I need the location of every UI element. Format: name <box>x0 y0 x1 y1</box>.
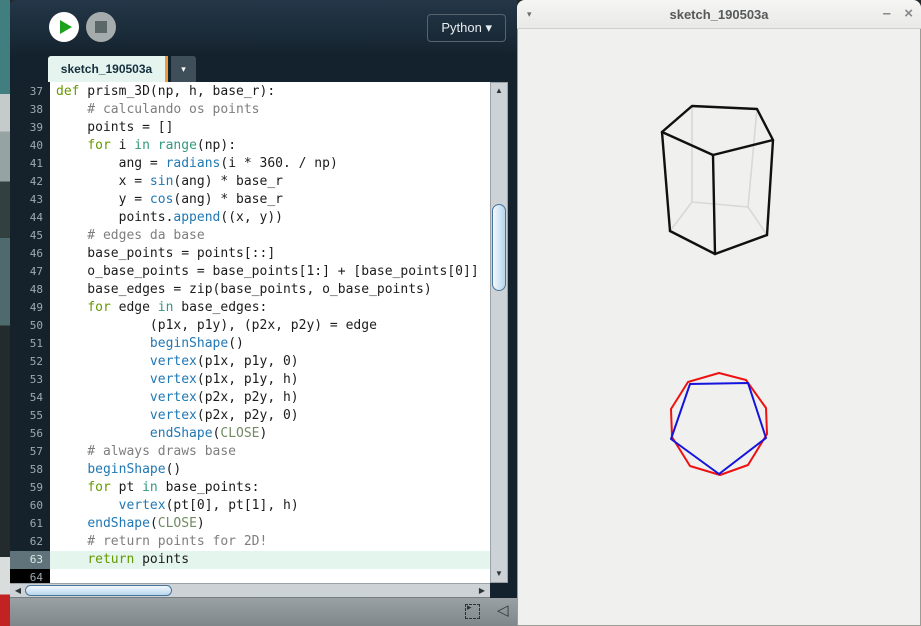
code-line[interactable]: (p1x, p1y), (p2x, p2y) = edge <box>50 317 490 335</box>
code-line[interactable]: base_edges = zip(base_points, o_base_poi… <box>50 281 490 299</box>
play-icon <box>60 20 72 34</box>
prism-visible-edge <box>713 155 715 254</box>
minimize-button[interactable]: – <box>883 0 891 27</box>
gutter-line-number: 43 <box>10 191 50 209</box>
gutter-line-number: 61 <box>10 515 50 533</box>
code-line[interactable]: o_base_points = base_points[1:] + [base_… <box>50 263 490 281</box>
gutter-line-number: 64 <box>10 569 50 583</box>
gutter-line-number: 48 <box>10 281 50 299</box>
code-line[interactable]: vertex(pt[0], pt[1], h) <box>50 497 490 515</box>
gutter-line-number: 58 <box>10 461 50 479</box>
status-bar: ▸ ◁ <box>10 598 517 626</box>
gutter-line-number: 57 <box>10 443 50 461</box>
tab-bar: sketch_190503a ▾ <box>10 56 517 82</box>
code-line[interactable]: endShape(CLOSE) <box>50 425 490 443</box>
scroll-up-arrow-icon[interactable]: ▲ <box>491 83 507 99</box>
prism-hidden-edge <box>670 202 692 231</box>
run-button[interactable] <box>49 12 79 42</box>
tab-sketch[interactable]: sketch_190503a <box>48 56 168 82</box>
code-line[interactable]: endShape(CLOSE) <box>50 515 490 533</box>
vertical-scrollbar[interactable]: ▲ ▼ <box>490 82 508 583</box>
prism-visible-edge <box>670 231 715 254</box>
console-toggle-icon[interactable]: ◁ <box>497 601 509 619</box>
prism-visible-edge <box>715 235 767 254</box>
gutter-line-number: 63 <box>10 551 50 569</box>
gutter-line-number: 41 <box>10 155 50 173</box>
gutter-line-number: 40 <box>10 137 50 155</box>
horizontal-scrollbar-thumb[interactable] <box>25 585 172 596</box>
gutter-line-number: 39 <box>10 119 50 137</box>
code-line[interactable]: base_points = points[::] <box>50 245 490 263</box>
code-line[interactable]: vertex(p1x, p1y, h) <box>50 371 490 389</box>
code-line[interactable]: x = sin(ang) * base_r <box>50 173 490 191</box>
gutter-line-number: 53 <box>10 371 50 389</box>
prism-hidden-edge <box>748 207 767 235</box>
gutter-line-number: 50 <box>10 317 50 335</box>
prism-visible-edge <box>662 132 670 231</box>
code-line[interactable]: vertex(p2x, p2y, 0) <box>50 407 490 425</box>
sketch-canvas-svg <box>517 29 921 626</box>
gutter-line-number: 46 <box>10 245 50 263</box>
mode-selector-button[interactable]: Python ▾ <box>427 14 506 42</box>
code-line[interactable]: vertex(p2x, p2y, h) <box>50 389 490 407</box>
code-line[interactable]: return points <box>50 551 490 569</box>
code-line[interactable]: ang = radians(i * 360. / np) <box>50 155 490 173</box>
code-line[interactable]: beginShape() <box>50 461 490 479</box>
gutter: 3738394041424344454647484950515253545556… <box>10 82 50 583</box>
gutter-line-number: 52 <box>10 353 50 371</box>
scroll-left-arrow-icon[interactable]: ◀ <box>11 584 25 597</box>
gutter-line-number: 42 <box>10 173 50 191</box>
code-line[interactable]: for edge in base_edges: <box>50 299 490 317</box>
stop-icon <box>95 21 107 33</box>
code-line[interactable]: for i in range(np): <box>50 137 490 155</box>
gutter-line-number: 49 <box>10 299 50 317</box>
gutter-line-number: 37 <box>10 83 50 101</box>
code-line[interactable]: y = cos(ang) * base_r <box>50 191 490 209</box>
prism-hidden-edge <box>692 202 748 207</box>
code-editor: 3738394041424344454647484950515253545556… <box>10 82 508 583</box>
background-window-sliver <box>0 0 10 626</box>
horizontal-scrollbar[interactable]: ◀ ▶ <box>10 583 490 598</box>
gutter-line-number: 62 <box>10 533 50 551</box>
scroll-down-arrow-icon[interactable]: ▼ <box>491 566 507 582</box>
gutter-line-number: 60 <box>10 497 50 515</box>
code-line[interactable]: vertex(p1x, p1y, 0) <box>50 353 490 371</box>
gutter-line-number: 56 <box>10 425 50 443</box>
code-line[interactable] <box>50 569 490 583</box>
sketch-window-titlebar[interactable]: ▾ sketch_190503a – × <box>517 0 921 29</box>
gutter-line-number: 55 <box>10 407 50 425</box>
tab-menu-caret[interactable]: ▾ <box>171 56 196 82</box>
code-line[interactable]: beginShape() <box>50 335 490 353</box>
close-button[interactable]: × <box>904 0 913 27</box>
export-arrow-icon: ▸ <box>467 602 472 613</box>
code-line[interactable]: # calculando os points <box>50 101 490 119</box>
code-line[interactable]: def prism_3D(np, h, base_r): <box>50 83 490 101</box>
code-line[interactable]: points = [] <box>50 119 490 137</box>
prism-visible-edge <box>767 140 773 235</box>
stop-button[interactable] <box>86 12 116 42</box>
code-line[interactable]: points.append((x, y)) <box>50 209 490 227</box>
gutter-line-number: 47 <box>10 263 50 281</box>
export-frame-icon[interactable]: ▸ <box>465 604 480 619</box>
sketch-output-window: ▾ sketch_190503a – × <box>517 0 921 626</box>
gutter-line-number: 54 <box>10 389 50 407</box>
gutter-line-number: 51 <box>10 335 50 353</box>
code-line[interactable]: # edges da base <box>50 227 490 245</box>
gutter-line-number: 38 <box>10 101 50 119</box>
vertical-scrollbar-thumb[interactable] <box>492 204 506 291</box>
prism-hidden-edge <box>748 109 757 207</box>
code-line[interactable]: # always draws base <box>50 443 490 461</box>
code-area[interactable]: def prism_3D(np, h, base_r): # calculand… <box>50 82 490 583</box>
ide-window: Python ▾ sketch_190503a ▾ 37383940414243… <box>10 0 517 626</box>
sketch-window-title: sketch_190503a <box>517 0 921 29</box>
ide-toolbar: Python ▾ <box>10 0 517 56</box>
code-line[interactable]: for pt in base_points: <box>50 479 490 497</box>
scroll-right-arrow-icon[interactable]: ▶ <box>475 584 489 597</box>
gutter-line-number: 45 <box>10 227 50 245</box>
red-decagon <box>671 373 767 475</box>
gutter-line-number: 44 <box>10 209 50 227</box>
code-line[interactable]: # return points for 2D! <box>50 533 490 551</box>
gutter-line-number: 59 <box>10 479 50 497</box>
